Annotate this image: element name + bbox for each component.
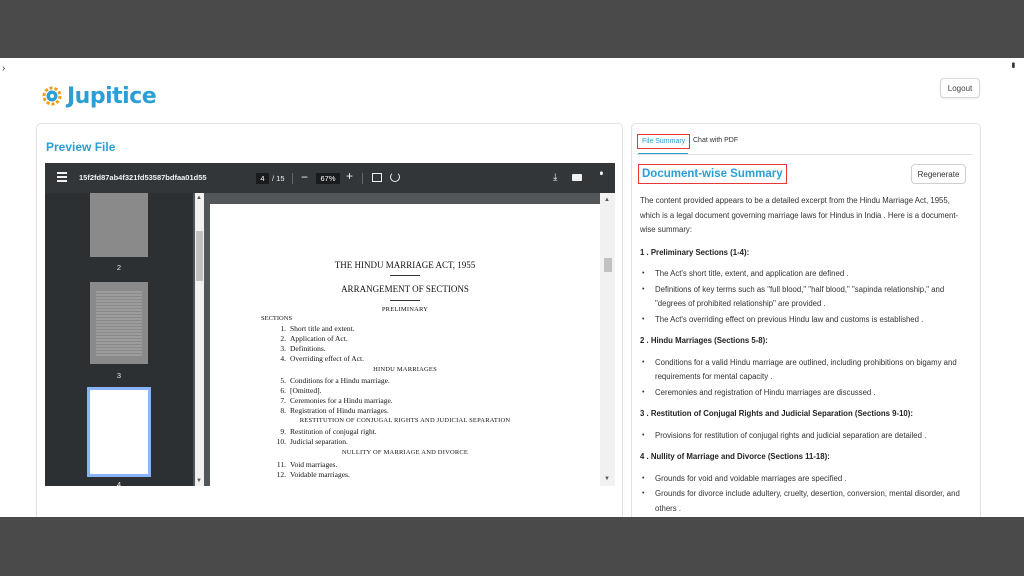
zoom-in-icon[interactable]: + [346, 169, 353, 183]
thumbnail-label: 2 [116, 263, 122, 272]
toc-entry: 9. Restitution of conjugal right. [280, 427, 377, 436]
title-rule [390, 275, 420, 276]
summary-content: The content provided appears to be a det… [640, 194, 970, 517]
logout-button[interactable]: Logout [940, 78, 980, 98]
rotate-icon[interactable] [390, 172, 400, 182]
zoom-level-input[interactable]: 67% [316, 173, 340, 184]
regenerate-button[interactable]: Regenerate [911, 164, 966, 184]
page-thumbnail[interactable] [90, 193, 148, 257]
menu-icon[interactable] [57, 172, 67, 182]
act-title: THE HINDU MARRIAGE ACT, 1955 [334, 260, 476, 270]
heading-restitution: RESTITUTION OF CONJUGAL RIGHTS AND JUDIC… [299, 417, 511, 424]
scroll-down-icon: ▼ [604, 476, 610, 482]
pdf-viewer: 15f2fd87ab4f321fd53587bdfaa01d55 4 / 15 … [45, 163, 615, 486]
tab-chat-with-pdf[interactable]: Chat with PDF [693, 137, 738, 144]
preview-file-panel: Preview File 15f2fd87ab4f321fd53587bdfaa… [36, 123, 623, 517]
thumbnail-scrollbar[interactable]: ▲ ▼ [195, 193, 204, 486]
bottom-backdrop [0, 517, 1024, 576]
summary-section-heading: 1 . Preliminary Sections (1-4): [640, 247, 750, 257]
heading-nullity: NULLITY OF MARRIAGE AND DIVORCE [341, 449, 469, 456]
scroll-down-icon: ▼ [196, 478, 202, 484]
list-item: The Act's short title, extent, and appli… [640, 267, 970, 282]
summary-panel: File Summary Chat with PDF Document-wise… [631, 123, 981, 517]
summary-title: Document-wise Summary [638, 164, 787, 184]
pdf-toolbar: 15f2fd87ab4f321fd53587bdfaa01d55 4 / 15 … [45, 163, 615, 193]
tab-divider [637, 154, 972, 155]
viewer-more-icon[interactable]: ••• [595, 171, 606, 173]
heading-sections: SECTIONS [261, 315, 293, 322]
list-item: Conditions for a valid Hindu marriage ar… [640, 356, 970, 385]
summary-section-heading: 3 . Restitution of Conjugal Rights and J… [640, 409, 913, 418]
list-item: Ceremonies and registration of Hindu mar… [640, 386, 970, 401]
print-icon[interactable] [572, 174, 582, 181]
scrollbar-thumb[interactable] [604, 258, 612, 272]
thumbnail-sidebar: 2 3 4 [45, 193, 193, 486]
list-item: Provisions for restitution of conjugal r… [640, 429, 970, 444]
scroll-up-icon: ▲ [196, 195, 202, 201]
fit-page-icon[interactable] [372, 173, 382, 182]
zoom-out-icon[interactable]: − [301, 170, 308, 184]
list-item: Grounds for void and voidable marriages … [640, 472, 970, 487]
jupitice-logo: Jupitice [40, 80, 157, 112]
page-thumbnail[interactable] [90, 282, 148, 364]
toc-entry: 11. Void marriages. [276, 460, 338, 469]
summary-bullets: Conditions for a valid Hindu marriage ar… [640, 356, 970, 401]
toc-entry: 12. Voidable marriages. [276, 470, 350, 479]
summary-bullets: Provisions for restitution of conjugal r… [640, 429, 970, 444]
list-item: The Act's overriding effect on previous … [640, 313, 970, 328]
toc-entry: 2. Application of Act. [280, 334, 348, 343]
thumbnail-text-lines [96, 290, 142, 356]
toc-entry: 5. Conditions for a Hindu marriage. [280, 376, 390, 385]
pdf-page: THE HINDU MARRIAGE ACT, 1955 ARRANGEMENT… [210, 204, 600, 486]
toc-entry: 6. [Omitted]. [280, 386, 322, 395]
summary-bullets: The Act's short title, extent, and appli… [640, 267, 970, 327]
toc-entry: 1. Short title and extent. [280, 324, 355, 333]
logo-gear-icon [40, 84, 64, 108]
scroll-up-icon: ▲ [604, 197, 610, 203]
list-item: Definitions of key terms such as "full b… [640, 283, 970, 312]
top-backdrop [0, 0, 1024, 58]
page-thumbnail-selected[interactable] [87, 387, 151, 477]
pdf-filename: 15f2fd87ab4f321fd53587bdfaa01d55 [79, 173, 207, 182]
logo-text: Jupitice [67, 83, 157, 109]
app-window: › ••• Jupitice Logout Preview File 15f2f… [0, 58, 1024, 517]
list-item: Grounds for divorce include adultery, cr… [640, 487, 970, 516]
toolbar-divider [362, 173, 363, 184]
toolbar-divider [292, 173, 293, 184]
summary-bullets: Grounds for void and voidable marriages … [640, 472, 970, 517]
download-icon[interactable]: ⤓ [553, 172, 557, 183]
page-total: / 15 [272, 174, 285, 183]
page-number-input[interactable]: 4 [256, 173, 269, 184]
summary-section-heading: 2 . Hindu Marriages (Sections 5-8): [640, 336, 768, 345]
scrollbar-thumb[interactable] [196, 231, 203, 281]
toc-entry: 4. Overriding effect of Act. [280, 354, 365, 363]
summary-section-heading: 4 . Nullity of Marriage and Divorce (Sec… [640, 452, 830, 461]
page-scrollbar[interactable]: ▲ ▼ [600, 193, 615, 486]
heading-hindu-marriages: HINDU MARRIAGES [373, 366, 437, 373]
toc-entry: 10. Judicial separation. [276, 437, 348, 446]
subtitle-rule [390, 300, 420, 301]
expand-sidebar-icon[interactable]: › [2, 63, 5, 74]
more-options-icon[interactable]: ••• [1007, 62, 1018, 67]
toc-entry: 7. Ceremonies for a Hindu marriage. [280, 396, 393, 405]
summary-intro: The content provided appears to be a det… [640, 196, 959, 234]
act-subtitle: ARRANGEMENT OF SECTIONS [341, 284, 469, 294]
preview-title: Preview File [46, 140, 116, 154]
tab-file-summary[interactable]: File Summary [637, 134, 691, 149]
thumbnail-label: 3 [116, 371, 122, 380]
heading-preliminary: PRELIMINARY [381, 306, 429, 313]
thumbnail-label: 4 [116, 480, 122, 486]
page-area: THE HINDU MARRIAGE ACT, 1955 ARRANGEMENT… [206, 193, 615, 486]
toc-entry: 3. Definitions. [280, 344, 326, 353]
toc-entry: 8. Registration of Hindu marriages. [280, 406, 389, 415]
